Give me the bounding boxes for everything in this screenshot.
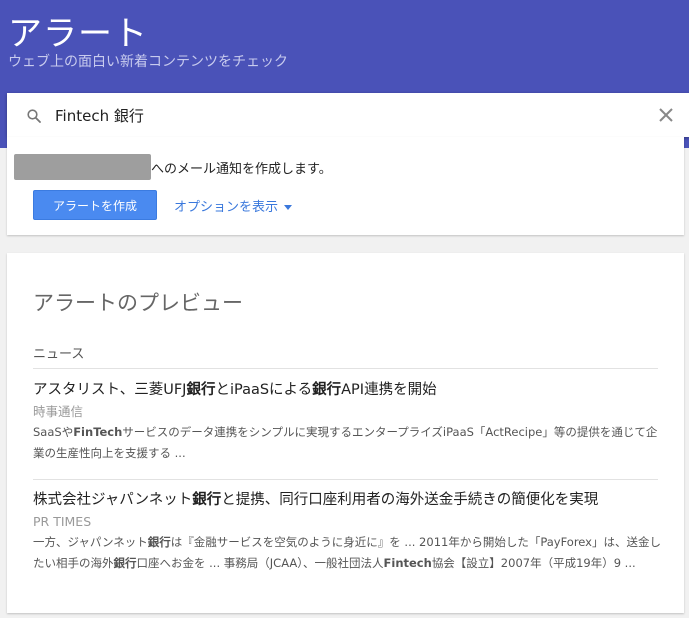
- news-item[interactable]: 株式会社ジャパンネット銀行と提携、同行口座利用者の海外送金手続きの簡便化を実現 …: [33, 490, 663, 574]
- news-snippet: SaaSやFinTechサービスのデータ連携をシンプルに実現するエンタープライズ…: [33, 425, 658, 460]
- create-alert-card: へのメール通知を作成します。 アラートを作成 オプションを表示: [7, 137, 684, 235]
- clear-icon[interactable]: [657, 106, 675, 124]
- news-source: PR TIMES: [33, 514, 92, 529]
- app-title: アラート: [8, 14, 148, 54]
- search-icon: [27, 108, 41, 123]
- redacted-email: [14, 154, 151, 180]
- search-bar: [7, 93, 689, 137]
- news-title[interactable]: アスタリスト、三菱UFJ銀行とiPaaSによる銀行API連携を開始: [33, 380, 663, 400]
- news-snippet: 一方、ジャパンネット銀行は『金融サービスを空気のように身近に』を ... 201…: [33, 535, 661, 570]
- search-input[interactable]: [47, 93, 647, 137]
- show-options-label: オプションを表示: [174, 200, 279, 215]
- app-subtitle: ウェブ上の面白い新着コンテンツをチェック: [8, 54, 288, 70]
- caret-down-icon: [284, 205, 293, 210]
- news-item[interactable]: アスタリスト、三菱UFJ銀行とiPaaSによる銀行API連携を開始 時事通信 S…: [33, 380, 663, 464]
- notify-text: へのメール通知を作成します。: [151, 162, 332, 177]
- alert-preview-card: アラートのプレビュー ニュース アスタリスト、三菱UFJ銀行とiPaaSによる銀…: [7, 253, 684, 613]
- news-title[interactable]: 株式会社ジャパンネット銀行と提携、同行口座利用者の海外送金手続きの簡便化を実現: [33, 490, 663, 510]
- show-options-link[interactable]: オプションを表示: [174, 196, 293, 215]
- news-source: 時事通信: [33, 404, 84, 419]
- preview-title: アラートのプレビュー: [33, 291, 243, 315]
- divider: [33, 479, 658, 480]
- divider: [33, 368, 658, 369]
- news-section-label: ニュース: [33, 347, 85, 362]
- create-alert-button[interactable]: アラートを作成: [33, 190, 157, 220]
